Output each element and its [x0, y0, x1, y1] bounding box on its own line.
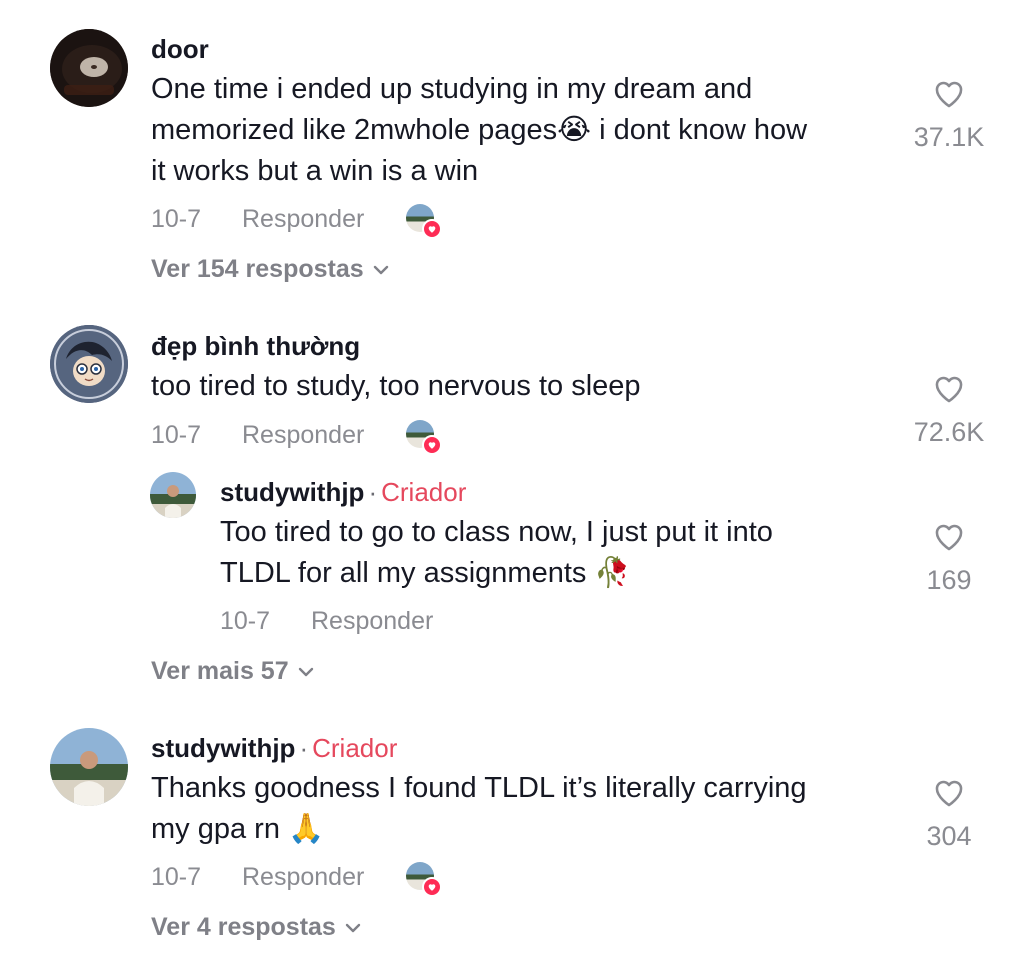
comment-date: 10-7	[151, 205, 202, 233]
reply-button[interactable]: Responder	[242, 863, 364, 892]
reply-text-line: TLDL for all my assignments 🥀	[220, 557, 631, 589]
like-count: 304	[926, 821, 972, 851]
comment-text-line: memorized like 2mwhole pages😭 i dont kno…	[151, 114, 808, 146]
like-button[interactable]: 304	[904, 776, 994, 852]
heart-outline-icon	[935, 524, 963, 551]
heart-outline-icon	[935, 81, 963, 108]
heart-badge-icon	[422, 877, 442, 897]
comment-text: Thanks goodness I found TLDL it’s litera…	[151, 768, 891, 850]
comment-username-row: studywithjp · Criador	[151, 733, 397, 764]
comment-text: too tired to study, too nervous to sleep	[151, 366, 891, 407]
view-more-label: Ver mais 57	[151, 657, 289, 685]
comment-date: 10-7	[151, 421, 202, 449]
user-avatar[interactable]	[50, 325, 128, 403]
comment-text-line: too tired to study, too nervous to sleep	[151, 370, 641, 402]
comment-text-line: it works but a win is a win	[151, 155, 479, 187]
reply-item: studywithjp · Criador Too tired to go to c…	[0, 460, 1024, 660]
comment-text: One time i ended up studying in my dream…	[151, 69, 891, 192]
reply-username-row: studywithjp · Criador	[220, 477, 466, 508]
chevron-down-icon	[373, 265, 388, 274]
chevron-down-icon	[298, 667, 313, 676]
person-avatar-icon	[150, 472, 196, 518]
vinyl-record-icon	[50, 29, 128, 107]
like-button[interactable]: 169	[904, 520, 994, 596]
heart-outline-icon	[935, 376, 963, 403]
comment-username[interactable]: door	[151, 34, 209, 65]
comment-username[interactable]: đẹp bình thường	[151, 331, 360, 362]
user-avatar[interactable]	[50, 29, 128, 107]
creator-avatar[interactable]	[50, 728, 128, 806]
creator-liked-indicator	[406, 862, 442, 897]
separator-dot: ·	[299, 733, 309, 763]
reply-text: Too tired to go to class now, I just put…	[220, 512, 900, 594]
comment-item: door One time i ended up studying in my …	[0, 0, 1024, 300]
view-more-replies-button[interactable]: Ver mais 57	[151, 657, 315, 686]
reply-button[interactable]: Responder	[311, 607, 433, 636]
comment-text-line: One time i ended up studying in my dream…	[151, 73, 753, 105]
heart-outline-icon	[935, 780, 963, 807]
reply-text-line: Too tired to go to class now, I just put…	[220, 516, 773, 548]
creator-badge: Criador	[312, 733, 398, 763]
view-replies-label: Ver 154 respostas	[151, 255, 364, 283]
reply-username[interactable]: studywithjp	[220, 477, 364, 507]
creator-avatar[interactable]	[150, 472, 196, 518]
heart-badge-icon	[422, 219, 442, 239]
chevron-down-icon	[345, 923, 361, 932]
person-avatar-icon	[50, 728, 128, 806]
reply-button[interactable]: Responder	[242, 421, 364, 450]
heart-badge-icon	[422, 435, 442, 455]
reply-date: 10-7	[220, 607, 271, 635]
separator-dot: ·	[368, 477, 378, 507]
comment-text-line: my gpa rn 🙏	[151, 813, 325, 845]
view-replies-label: Ver 4 respostas	[151, 913, 336, 941]
comment-text-line: Thanks goodness I found TLDL it’s litera…	[151, 772, 807, 804]
like-button[interactable]: 37.1K	[904, 77, 994, 153]
like-count: 72.6K	[913, 417, 985, 447]
view-replies-button[interactable]: Ver 154 respostas	[151, 255, 390, 284]
like-count: 169	[926, 565, 972, 595]
reply-button[interactable]: Responder	[242, 205, 364, 234]
comment-item: đẹp bình thường too tired to study, too …	[0, 300, 1024, 700]
like-button[interactable]: 72.6K	[904, 372, 994, 448]
creator-badge: Criador	[381, 477, 467, 507]
view-replies-button[interactable]: Ver 4 respostas	[151, 913, 362, 942]
creator-liked-indicator	[406, 420, 442, 455]
creator-liked-indicator	[406, 204, 442, 239]
comment-username[interactable]: studywithjp	[151, 733, 295, 763]
anime-character-avatar-icon	[50, 325, 128, 403]
comment-date: 10-7	[151, 863, 202, 891]
comment-item: studywithjp · Criador Thanks goodness I fo…	[0, 700, 1024, 955]
like-count: 37.1K	[913, 122, 985, 152]
